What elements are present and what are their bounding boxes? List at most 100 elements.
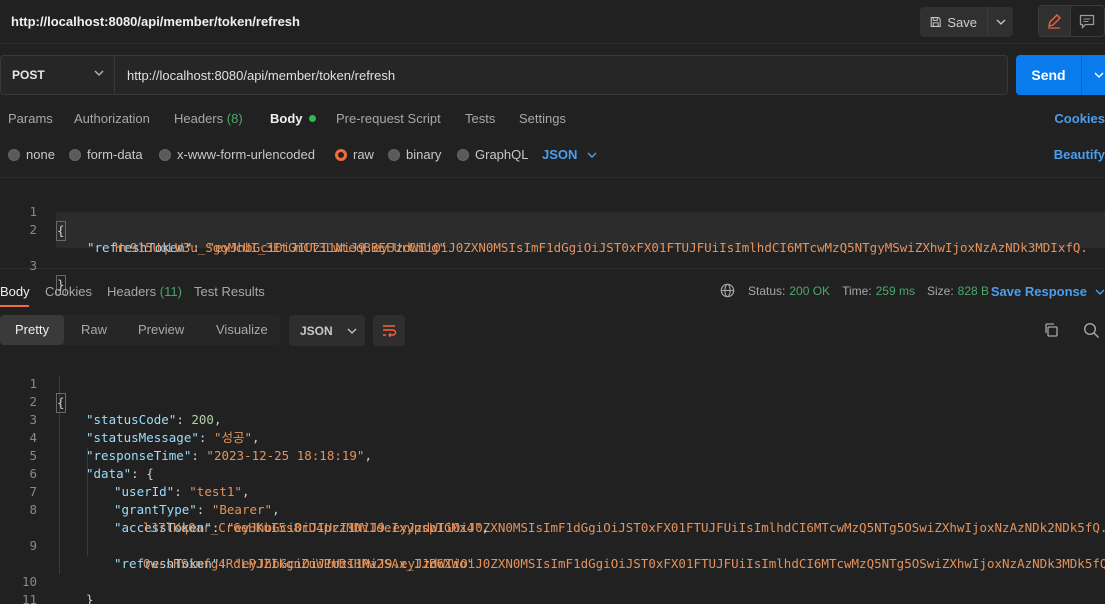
wrap-lines-icon [383, 324, 397, 337]
code-line: 10 } [0, 555, 1105, 604]
copy-icon[interactable] [1043, 322, 1059, 338]
response-body-viewer[interactable]: 1 { 2 "statusCode": 200, 3 "statusMessag… [0, 352, 1105, 604]
send-options-button[interactable] [1082, 55, 1105, 95]
save-options-button[interactable] [988, 7, 1013, 37]
view-mode-toggle [1038, 5, 1105, 37]
radio-binary[interactable]: binary [388, 147, 441, 162]
comment-icon [1080, 14, 1095, 29]
radio-circle-selected [335, 148, 347, 161]
code-line: 1 { [0, 185, 1105, 241]
response-status: Status: 200 OK Time: 259 ms Size: 828 B [720, 283, 989, 298]
chevron-down-icon [94, 70, 104, 76]
response-format-select[interactable]: JSON [289, 315, 365, 346]
method-select[interactable]: POST [0, 55, 115, 95]
code-line: 8 "accessToken": "eyJhbGciOiJIUzI1NiJ9.e… [0, 483, 1105, 535]
radio-label: raw [353, 147, 374, 162]
save-response-button[interactable]: Save Response [991, 284, 1105, 299]
tab-response-cookies[interactable]: Cookies [45, 284, 92, 299]
size-label: Size: [926, 283, 954, 298]
pencil-icon [1048, 14, 1062, 29]
response-view-tabs: Pretty Raw Preview Visualize [0, 315, 280, 345]
tab-body-label: Body [270, 111, 303, 126]
url-input[interactable]: http://localhost:8080/api/member/token/r… [115, 55, 1008, 95]
code-line: 3 "statusMessage": "성공", [0, 393, 1105, 445]
save-button[interactable]: Save [920, 7, 988, 37]
save-response-label: Save Response [990, 284, 1087, 299]
line-number: 3 [29, 258, 37, 273]
cookies-link[interactable]: Cookies [1054, 111, 1105, 126]
tab-pretty[interactable]: Pretty [0, 315, 64, 345]
tab-response-headers[interactable]: Headers (11) [107, 284, 182, 299]
code-line: 11 } [0, 573, 1105, 604]
request-title[interactable]: http://localhost:8080/api/member/token/r… [11, 14, 300, 29]
send-button[interactable]: Send [1016, 55, 1082, 95]
status-value[interactable]: 200 OK [789, 284, 830, 298]
radio-circle [8, 148, 20, 161]
headers-count: (11) [159, 284, 182, 299]
tab-response-body[interactable]: Body [0, 284, 30, 299]
tab-settings[interactable]: Settings [519, 111, 566, 126]
chevron-down-icon [347, 328, 357, 334]
code-line: Hc915UqLW3u_SgoMcUI_3EtGmCT3LwteqBBEFUrC… [0, 221, 1105, 255]
code-line: Qw-sHSimfg4RdLPJZIkgnZuWPmBsHPw2SAx_IJB6… [0, 537, 1105, 571]
tab-headers[interactable]: Headers (8) [174, 111, 243, 126]
request-body-editor[interactable]: 1 { 2 "refreshToken": "eyJhbGciOiJIUzI1N… [0, 177, 1105, 295]
url-value: http://localhost:8080/api/member/token/r… [127, 67, 396, 83]
edit-button[interactable] [1039, 6, 1071, 36]
radio-label: none [26, 147, 55, 162]
code-line: 2 "refreshToken": "eyJhbGciOiJIUzI1NiJ9.… [0, 203, 1105, 255]
chevron-down-icon [587, 152, 597, 158]
radio-circle [457, 148, 469, 161]
tab-prerequest-script[interactable]: Pre-request Script [336, 111, 441, 126]
code-line: 4 "responseTime": "2023-12-25 18:18:19", [0, 411, 1105, 463]
radio-x-www-form-urlencoded[interactable]: x-www-form-urlencoded [159, 147, 315, 162]
tab-preview[interactable]: Preview [123, 315, 199, 345]
radio-circle [388, 148, 400, 161]
code-line: 3 } [0, 239, 1105, 295]
save-label: Save [947, 14, 977, 30]
chevron-down-icon [996, 19, 1005, 25]
code-text: } [86, 592, 94, 604]
comments-button[interactable] [1071, 6, 1104, 36]
beautify-button[interactable]: Beautify [1054, 147, 1105, 162]
tab-headers-label: Headers [107, 284, 157, 299]
radio-circle [159, 148, 171, 161]
code-line: lJ7lKq0ar_Cr6eHKuI5s8rD4przMDV1deIxypspI… [0, 501, 1105, 535]
radio-none[interactable]: none [8, 147, 55, 162]
code-line: 6 "userId": "test1", [0, 447, 1105, 499]
radio-graphql[interactable]: GraphQL [457, 147, 528, 162]
radio-raw[interactable]: raw [335, 147, 374, 162]
radio-label: form-data [87, 147, 143, 162]
tab-tests[interactable]: Tests [465, 111, 495, 126]
code-line: 7 "grantType": "Bearer", [0, 465, 1105, 517]
chevron-down-icon [1095, 289, 1105, 295]
chevron-down-icon [1094, 72, 1104, 78]
tab-test-results[interactable]: Test Results [194, 284, 265, 299]
save-button-group: Save [920, 7, 1013, 37]
body-type-selector: none form-data x-www-form-urlencoded raw… [0, 147, 1105, 165]
radio-form-data[interactable]: form-data [69, 147, 143, 162]
time-label: Time: [842, 283, 872, 298]
body-indicator-dot [308, 115, 316, 123]
active-tab-underline [0, 305, 29, 307]
search-icon[interactable] [1083, 322, 1100, 339]
request-tabs: Params Authorization Headers (8) Body Pr… [0, 110, 1105, 130]
status-label: Status: [748, 283, 786, 298]
code-line: 1 { [0, 357, 1105, 413]
tab-authorization[interactable]: Authorization [74, 111, 150, 126]
code-line: 2 "statusCode": 200, [0, 375, 1105, 427]
globe-icon[interactable] [720, 283, 735, 298]
title-bar: http://localhost:8080/api/member/token/r… [0, 0, 1105, 44]
time-value[interactable]: 259 ms [876, 284, 915, 298]
tab-visualize[interactable]: Visualize [201, 315, 283, 345]
tab-headers-label: Headers [174, 111, 224, 126]
size-value[interactable]: 828 B [958, 284, 989, 298]
radio-label: GraphQL [475, 147, 529, 162]
tab-params[interactable]: Params [8, 111, 53, 126]
code-line: 5 "data": { [0, 429, 1105, 481]
wrap-lines-button[interactable] [373, 315, 405, 346]
send-button-group: Send [1016, 55, 1105, 95]
tab-body[interactable]: Body [270, 111, 316, 126]
body-format-select[interactable]: JSON [542, 147, 597, 162]
tab-raw[interactable]: Raw [66, 315, 122, 345]
